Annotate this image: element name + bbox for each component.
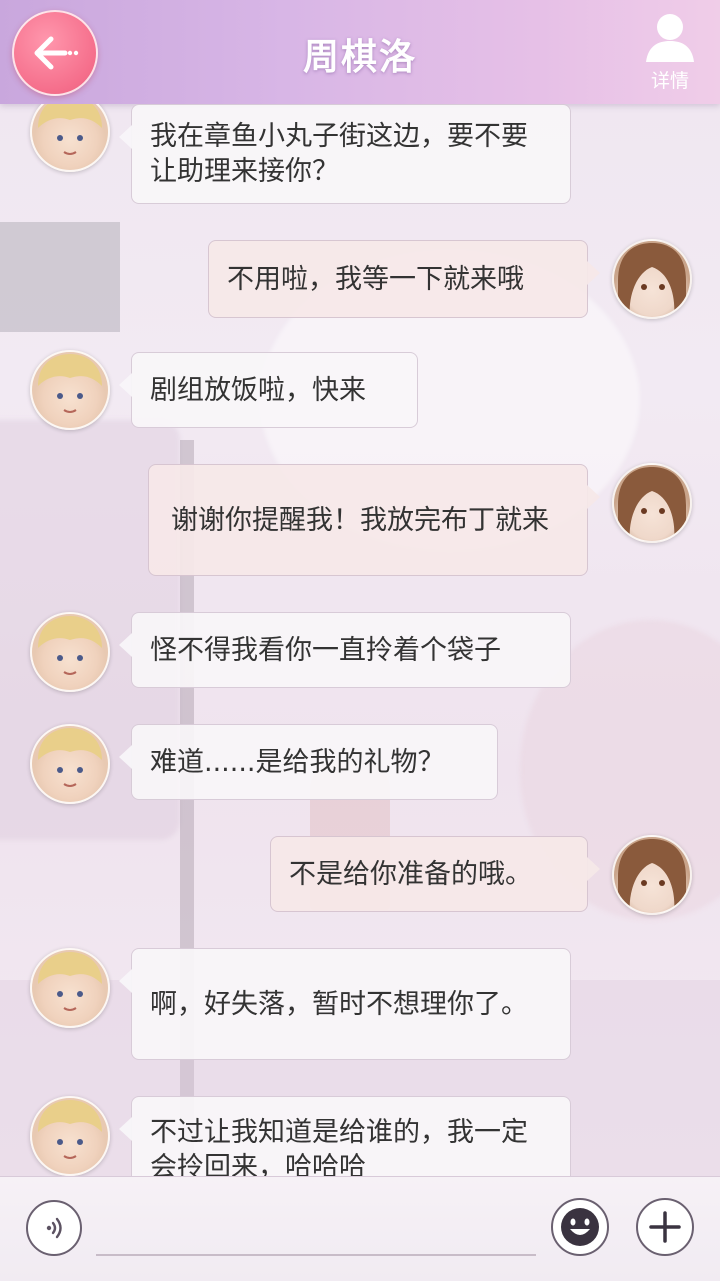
message-bubble: 谢谢你提醒我！我放完布丁就来 [148, 464, 600, 576]
message-bubble: 啊，好失落，暂时不想理你了。 [119, 948, 571, 1060]
message-bubble: 不是给你准备的哦。 [270, 836, 600, 912]
contact-avatar[interactable] [30, 104, 110, 172]
person-icon [646, 14, 694, 62]
chat-header: 周棋洛 详情 [0, 0, 720, 104]
page-title: 周棋洛 [302, 36, 417, 78]
contact-avatar[interactable] [30, 948, 110, 1028]
contact-avatar[interactable] [30, 350, 110, 430]
user-avatar[interactable] [612, 463, 692, 543]
message-input[interactable] [96, 1254, 536, 1256]
message-bubble: 不过让我知道是给谁的，我一定会拎回来，哈哈哈 [119, 1096, 571, 1176]
plus-icon [649, 1211, 681, 1243]
input-bar [0, 1176, 720, 1281]
message-list[interactable]: 我在章鱼小丸子街这边，要不要让助理来接你？ 不用啦，我等一下就来哦 剧组放饭啦，… [0, 104, 720, 1176]
message-bubble: 剧组放饭啦，快来 [119, 352, 418, 428]
contact-avatar[interactable] [30, 612, 110, 692]
detail-label: 详情 [650, 70, 689, 92]
contact-avatar[interactable] [30, 1096, 110, 1176]
add-button[interactable] [636, 1198, 694, 1256]
user-avatar[interactable] [612, 239, 692, 319]
emoji-button[interactable] [551, 1198, 609, 1256]
detail-button[interactable]: 详情 [632, 8, 708, 96]
voice-icon [46, 1217, 62, 1239]
contact-avatar[interactable] [30, 724, 110, 804]
message-bubble: 难道......是给我的礼物？ [119, 724, 498, 800]
message-bubble: 不用啦，我等一下就来哦 [208, 240, 600, 318]
emoji-icon [561, 1208, 599, 1246]
voice-button[interactable] [26, 1200, 82, 1256]
message-bubble: 怪不得我看你一直拎着个袋子 [119, 612, 571, 688]
user-avatar[interactable] [612, 835, 692, 915]
message-bubble: 我在章鱼小丸子街这边，要不要让助理来接你？ [119, 104, 571, 204]
